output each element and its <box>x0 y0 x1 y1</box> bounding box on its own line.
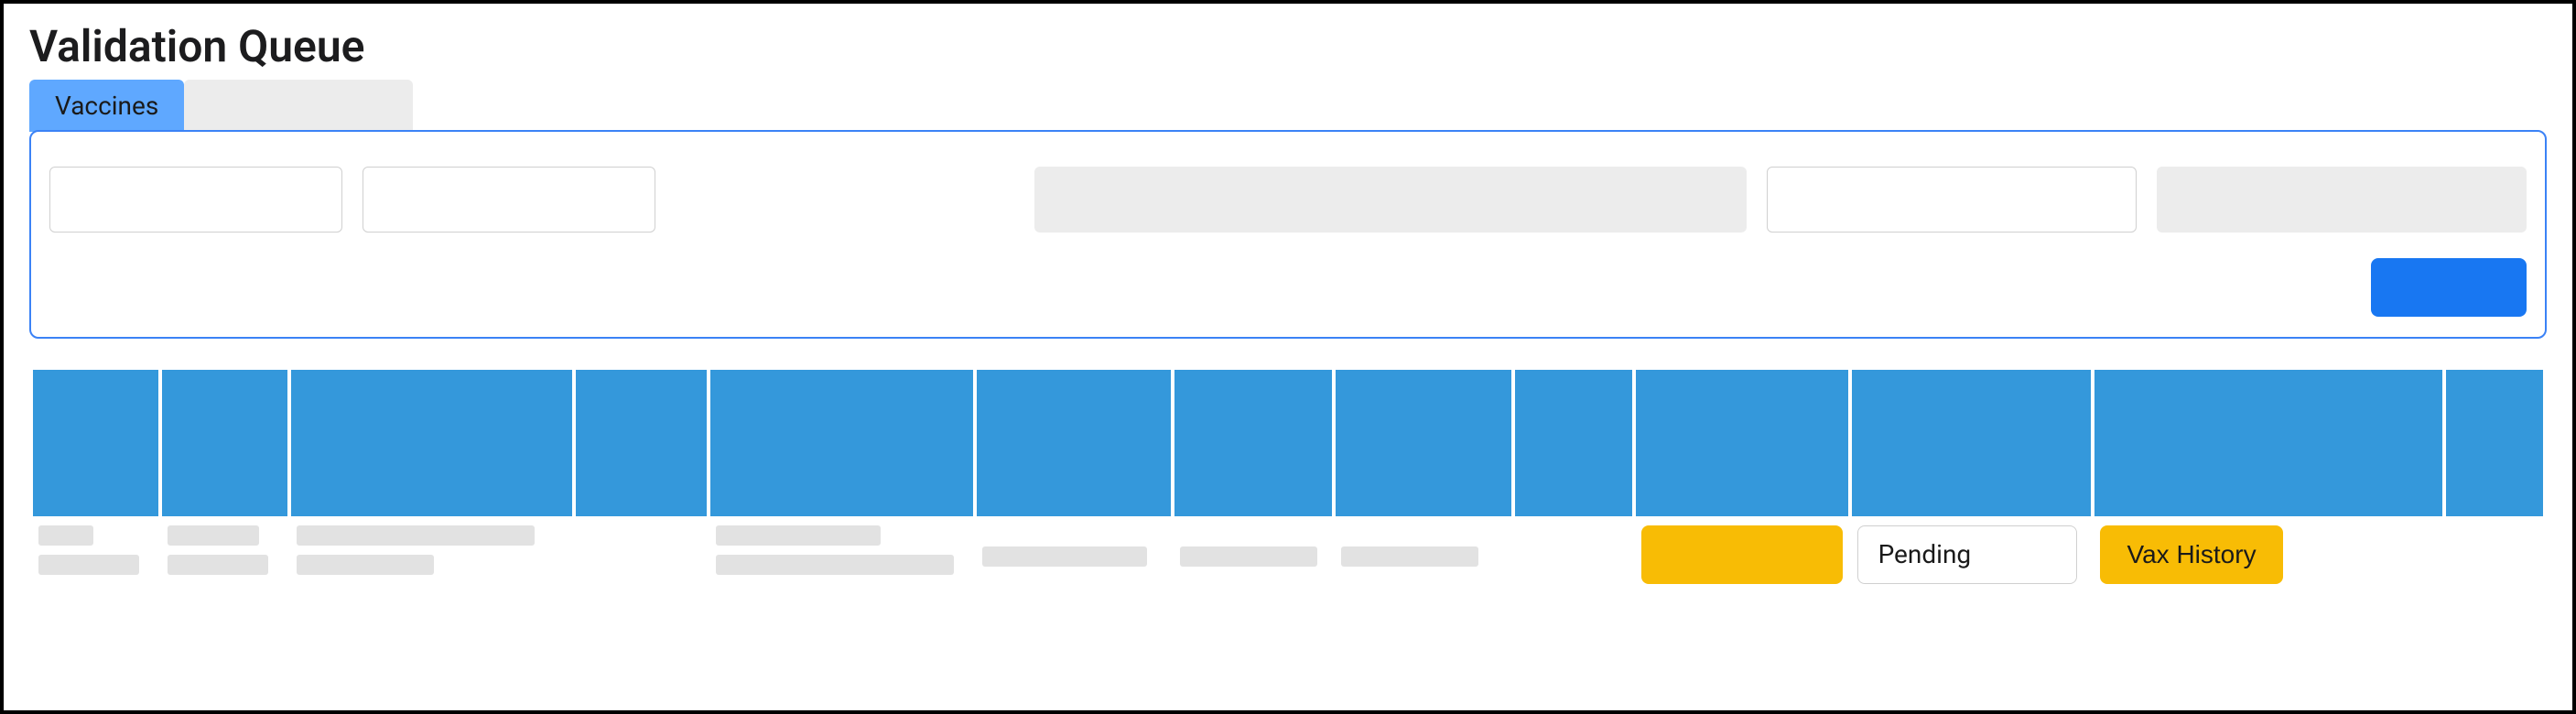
row-primary-action-button[interactable] <box>1641 525 1843 584</box>
skeleton-text <box>297 555 434 575</box>
filter-input-1[interactable] <box>49 167 342 233</box>
cell-12: Vax History <box>2094 516 2442 597</box>
table-header-9[interactable] <box>1515 370 1631 516</box>
skeleton-text <box>982 546 1147 567</box>
cell-10 <box>1636 516 1848 597</box>
cell-5 <box>710 516 973 597</box>
table-header-4[interactable] <box>576 370 707 516</box>
skeleton-text <box>716 525 881 546</box>
cell-3 <box>291 516 573 597</box>
table-header-8[interactable] <box>1336 370 1512 516</box>
cell-4 <box>576 516 707 597</box>
cell-1 <box>33 516 158 597</box>
skeleton-text <box>168 555 268 575</box>
cell-8 <box>1336 516 1512 597</box>
page-title: Validation Queue <box>29 20 2547 72</box>
tab-secondary[interactable] <box>184 80 413 132</box>
filter-submit-button[interactable] <box>2371 258 2527 317</box>
cell-2 <box>162 516 287 597</box>
table-header-13[interactable] <box>2446 370 2543 516</box>
tabs: Vaccines <box>29 80 2547 132</box>
cell-7 <box>1174 516 1331 597</box>
filter-input-3[interactable] <box>1034 167 1747 233</box>
table-header-12[interactable] <box>2094 370 2442 516</box>
table-header-5[interactable] <box>710 370 973 516</box>
filter-input-2[interactable] <box>363 167 655 233</box>
table-header-row <box>33 370 2543 516</box>
filter-input-5[interactable] <box>2157 167 2527 233</box>
table-row: Pending Vax History <box>33 516 2543 597</box>
cell-11: Pending <box>1852 516 2091 597</box>
table-header-7[interactable] <box>1174 370 1331 516</box>
table-header-2[interactable] <box>162 370 287 516</box>
queue-table: Pending Vax History <box>29 370 2547 597</box>
skeleton-text <box>38 525 93 546</box>
filter-action-row <box>49 258 2527 317</box>
status-badge: Pending <box>1857 525 2077 584</box>
skeleton-text <box>716 555 954 575</box>
cell-13 <box>2446 516 2543 597</box>
table-header-3[interactable] <box>291 370 573 516</box>
cell-6 <box>977 516 1171 597</box>
table-header-1[interactable] <box>33 370 158 516</box>
filter-input-4[interactable] <box>1767 167 2137 233</box>
cell-9 <box>1515 516 1631 597</box>
skeleton-text <box>168 525 259 546</box>
skeleton-text <box>1341 546 1478 567</box>
table-header-11[interactable] <box>1852 370 2091 516</box>
skeleton-text <box>1180 546 1317 567</box>
table-header-10[interactable] <box>1636 370 1848 516</box>
table-header-6[interactable] <box>977 370 1171 516</box>
filter-row <box>49 167 2527 233</box>
tab-vaccines[interactable]: Vaccines <box>29 80 184 132</box>
skeleton-text <box>38 555 139 575</box>
vax-history-button[interactable]: Vax History <box>2100 525 2283 584</box>
filter-panel <box>29 130 2547 339</box>
skeleton-text <box>297 525 535 546</box>
